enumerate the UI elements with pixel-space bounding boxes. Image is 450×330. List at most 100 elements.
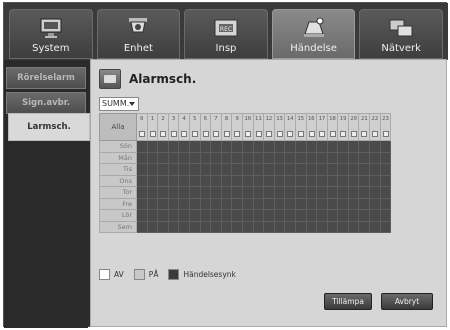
schedule-cell[interactable] (327, 164, 339, 176)
day-label[interactable]: Mån (99, 152, 137, 164)
schedule-cell[interactable] (317, 221, 328, 233)
schedule-cell[interactable] (189, 198, 201, 210)
schedule-cell[interactable] (264, 198, 275, 210)
hour-column-header[interactable]: 4 (179, 113, 190, 141)
sidebar-item-sign-avbr[interactable]: Sign.avbr. (6, 92, 86, 114)
hour-column-header[interactable]: 16 (306, 113, 318, 141)
hour-column-header[interactable]: 2 (158, 113, 169, 141)
schedule-cell[interactable] (348, 141, 360, 153)
schedule-cell[interactable] (168, 221, 180, 233)
sidebar-item-rorelselarm[interactable]: Rörelselarm (6, 67, 86, 89)
hour-checkbox[interactable] (223, 131, 230, 137)
hour-checkbox[interactable] (244, 131, 251, 137)
schedule-cell[interactable] (285, 210, 296, 222)
schedule-cell[interactable] (295, 187, 307, 199)
hour-column-header[interactable]: 19 (338, 113, 349, 141)
schedule-cell[interactable] (232, 152, 243, 164)
schedule-cell[interactable] (147, 221, 159, 233)
schedule-cell[interactable] (179, 198, 190, 210)
hour-checkbox[interactable] (255, 131, 262, 137)
apply-button[interactable]: Tillämpa (324, 293, 372, 310)
tab-enhet[interactable]: Enhet (96, 9, 181, 59)
schedule-cell[interactable] (242, 198, 254, 210)
hour-column-header[interactable]: 0 (137, 113, 148, 141)
schedule-cell[interactable] (253, 175, 265, 187)
schedule-cell[interactable] (274, 141, 286, 153)
schedule-cell[interactable] (264, 210, 275, 222)
hour-column-header[interactable]: 8 (221, 113, 233, 141)
tab-natverk[interactable]: Nätverk (359, 9, 443, 59)
select-all-cell[interactable]: Alla (99, 113, 137, 141)
hour-checkbox[interactable] (297, 131, 304, 137)
hour-column-header[interactable]: 3 (168, 113, 180, 141)
hour-column-header[interactable]: 7 (211, 113, 222, 141)
schedule-cell[interactable] (179, 187, 190, 199)
schedule-cell[interactable] (285, 187, 296, 199)
schedule-cell[interactable] (189, 187, 201, 199)
schedule-cell[interactable] (242, 187, 254, 199)
schedule-cell[interactable] (285, 152, 296, 164)
hour-checkbox[interactable] (139, 131, 145, 137)
hour-checkbox[interactable] (287, 131, 294, 137)
schedule-cell[interactable] (264, 221, 275, 233)
schedule-cell[interactable] (137, 164, 148, 176)
schedule-cell[interactable] (158, 198, 169, 210)
schedule-cell[interactable] (295, 141, 307, 153)
schedule-cell[interactable] (338, 221, 349, 233)
tab-insp[interactable]: REC Insp (184, 9, 268, 59)
hour-column-header[interactable]: 5 (189, 113, 201, 141)
schedule-cell[interactable] (168, 210, 180, 222)
hour-checkbox[interactable] (382, 131, 389, 137)
hour-checkbox[interactable] (266, 131, 273, 137)
schedule-cell[interactable] (295, 221, 307, 233)
hour-column-header[interactable]: 6 (200, 113, 212, 141)
schedule-cell[interactable] (232, 210, 243, 222)
schedule-cell[interactable] (348, 210, 360, 222)
schedule-cell[interactable] (179, 141, 190, 153)
day-label[interactable]: Tor (99, 187, 137, 199)
schedule-cell[interactable] (221, 141, 233, 153)
hour-column-header[interactable]: 9 (232, 113, 243, 141)
schedule-cell[interactable] (274, 187, 286, 199)
schedule-cell[interactable] (338, 198, 349, 210)
schedule-cell[interactable] (189, 164, 201, 176)
cancel-button[interactable]: Avbryt (381, 293, 433, 310)
schedule-cell[interactable] (253, 198, 265, 210)
schedule-cell[interactable] (200, 141, 212, 153)
schedule-cell[interactable] (168, 141, 180, 153)
schedule-cell[interactable] (168, 198, 180, 210)
hour-column-header[interactable]: 21 (359, 113, 371, 141)
hour-column-header[interactable]: 23 (380, 113, 392, 141)
schedule-cell[interactable] (168, 164, 180, 176)
hour-checkbox[interactable] (319, 131, 326, 137)
schedule-cell[interactable] (359, 141, 371, 153)
schedule-cell[interactable] (242, 221, 254, 233)
schedule-cell[interactable] (285, 141, 296, 153)
day-label[interactable]: Sön (99, 141, 137, 153)
schedule-cell[interactable] (221, 198, 233, 210)
schedule-cell[interactable] (189, 210, 201, 222)
schedule-cell[interactable] (200, 175, 212, 187)
schedule-cell[interactable] (253, 152, 265, 164)
hour-checkbox[interactable] (170, 131, 177, 137)
schedule-cell[interactable] (380, 187, 392, 199)
schedule-cell[interactable] (147, 198, 159, 210)
hour-checkbox[interactable] (213, 131, 220, 137)
hour-column-header[interactable]: 22 (370, 113, 381, 141)
schedule-cell[interactable] (348, 187, 360, 199)
schedule-cell[interactable] (295, 152, 307, 164)
schedule-cell[interactable] (189, 221, 201, 233)
hour-checkbox[interactable] (329, 131, 336, 137)
schedule-cell[interactable] (168, 175, 180, 187)
schedule-cell[interactable] (348, 152, 360, 164)
schedule-cell[interactable] (253, 187, 265, 199)
schedule-cell[interactable] (264, 141, 275, 153)
schedule-cell[interactable] (200, 164, 212, 176)
schedule-cell[interactable] (242, 164, 254, 176)
schedule-cell[interactable] (232, 221, 243, 233)
schedule-cell[interactable] (370, 164, 381, 176)
schedule-cell[interactable] (306, 221, 318, 233)
schedule-cell[interactable] (327, 198, 339, 210)
schedule-cell[interactable] (200, 221, 212, 233)
schedule-cell[interactable] (232, 141, 243, 153)
